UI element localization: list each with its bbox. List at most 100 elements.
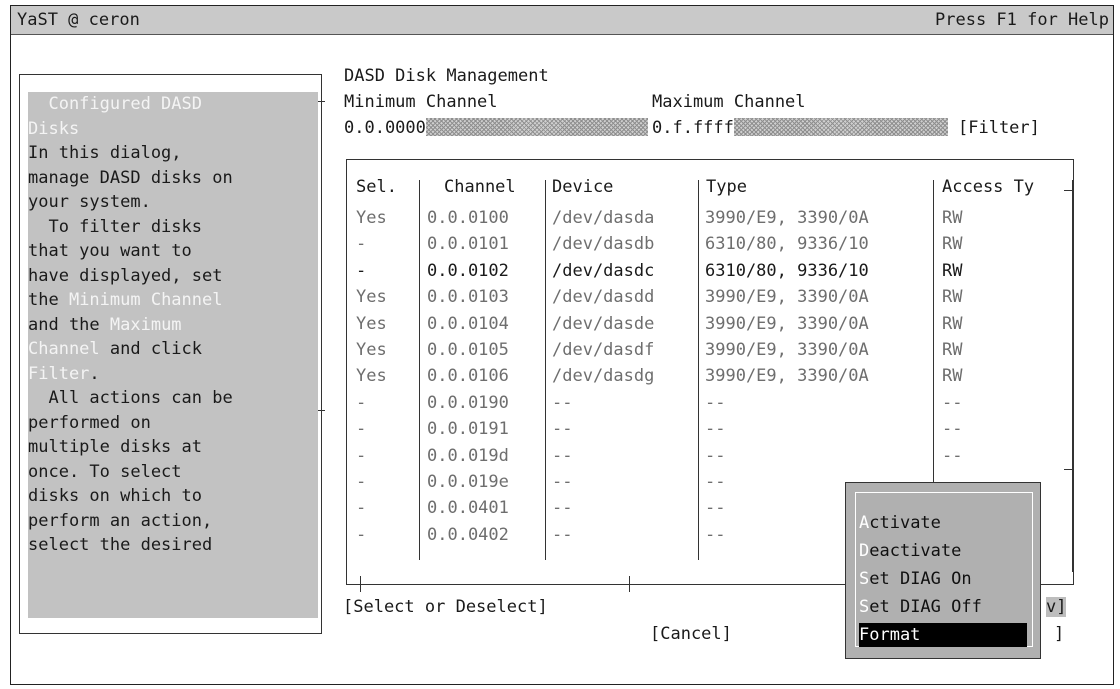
horizontal-scrollbar-end[interactable]	[629, 576, 630, 592]
help-text-line: select the desired	[28, 533, 318, 558]
help-text: have displayed, set	[28, 265, 223, 286]
help-text: .	[89, 363, 100, 384]
cell-device: --	[552, 445, 573, 466]
cell-channel: 0.0.019d	[427, 445, 509, 466]
help-text-line: your system.	[28, 190, 318, 215]
title-bar: YaST @ ceron Press F1 for Help	[11, 6, 1113, 35]
cell-sel: -	[356, 498, 367, 519]
cell-channel: 0.0.0103	[427, 287, 509, 308]
horizontal-scrollbar-start[interactable]	[360, 576, 361, 592]
horizontal-scrollbar[interactable]	[360, 584, 630, 585]
help-text-line: once. To select	[28, 460, 318, 485]
cell-access: RW	[942, 313, 963, 334]
scrollbar-thumb-bottom[interactable]	[1064, 469, 1074, 470]
help-text-line: the Minimum Channel	[28, 288, 318, 313]
cell-sel: -	[356, 419, 367, 440]
cell-type: --	[705, 524, 726, 545]
cell-channel: 0.0.0100	[427, 208, 509, 228]
max-channel-value: 0.f.ffff	[652, 118, 734, 138]
help-highlight-text: Filter	[28, 363, 90, 384]
cell-channel: 0.0.0191	[427, 419, 509, 440]
column-divider	[419, 180, 420, 560]
scrollbar-thumb-top[interactable]	[1064, 190, 1074, 191]
help-text: and the	[28, 314, 110, 335]
cell-channel: 0.0.0105	[427, 340, 509, 360]
cell-device: --	[552, 498, 573, 519]
menu-item-label: et DIAG On	[869, 569, 972, 589]
cell-channel: 0.0.019e	[427, 472, 509, 492]
cell-channel: 0.0.0101	[427, 234, 509, 255]
cell-device: /dev/dasdc	[552, 260, 655, 281]
help-text: once. To select	[28, 461, 182, 482]
cell-device: --	[552, 472, 573, 492]
menu-item-set-diag-off[interactable]: Set DIAG Off	[859, 595, 1027, 619]
help-text-line: that you want to	[28, 239, 318, 264]
cell-type: --	[705, 472, 726, 492]
help-text-line: Disks	[28, 117, 318, 142]
cancel-button[interactable]: [Cancel]	[650, 624, 732, 644]
max-channel-field[interactable]: 0.f.ffff	[652, 118, 948, 138]
menu-item-set-diag-on[interactable]: Set DIAG On	[859, 567, 1027, 591]
help-text-line: Filter.	[28, 362, 318, 387]
cell-channel: 0.0.0102	[427, 260, 509, 281]
help-text-line: In this dialog,	[28, 141, 318, 166]
partial-button-right-2[interactable]: ]	[1054, 624, 1064, 644]
cell-type: --	[705, 445, 726, 466]
cell-sel: Yes	[356, 313, 387, 334]
cell-type: 3990/E9, 3390/0A	[705, 287, 869, 308]
menu-hotkey-letter: S	[859, 569, 870, 589]
scrollbar-track[interactable]	[1072, 180, 1073, 572]
help-text-line: All actions can be	[28, 386, 318, 411]
cell-access: --	[942, 445, 963, 466]
cell-type: 3990/E9, 3390/0A	[705, 366, 869, 387]
column-header-channel[interactable]: Channel	[444, 177, 516, 197]
column-header-access[interactable]: Access Ty	[942, 177, 1034, 197]
help-panel[interactable]: Configured DASD Disks In this dialog, manag…	[28, 92, 318, 618]
cell-type: --	[705, 392, 726, 413]
partial-button-right[interactable]: v]	[1046, 597, 1067, 617]
cell-sel: Yes	[356, 208, 387, 228]
cell-access: RW	[942, 234, 963, 255]
help-text: multiple disks at	[28, 437, 202, 457]
help-text: manage DASD disks on	[28, 167, 233, 188]
cell-type: 3990/E9, 3390/0A	[705, 340, 869, 360]
cell-channel: 0.0.0401	[427, 498, 509, 519]
min-channel-label: Minimum Channel	[344, 92, 498, 112]
help-text-line: have displayed, set	[28, 264, 318, 289]
cell-type: --	[705, 498, 726, 519]
cell-sel: -	[356, 392, 367, 413]
menu-item-activate[interactable]: Activate	[859, 511, 1027, 535]
column-header-sel[interactable]: Sel.	[356, 177, 397, 197]
menu-hotkey-letter: D	[859, 541, 870, 561]
help-text: the	[28, 290, 69, 310]
help-text: To filter disks	[28, 216, 202, 237]
cell-sel: -	[356, 445, 367, 466]
help-hint: Press F1 for Help	[935, 10, 1109, 30]
cell-device: /dev/dasde	[552, 313, 655, 334]
select-or-deselect-button[interactable]: [Select or Deselect]	[343, 597, 548, 617]
cell-sel: -	[356, 260, 367, 281]
dialog-title: DASD Disk Management	[344, 66, 549, 86]
help-text: perform an action,	[28, 510, 213, 531]
menu-item-format[interactable]: Format	[859, 623, 1027, 647]
min-channel-field[interactable]: 0.0.0000	[344, 118, 648, 138]
help-highlight-text: Disks	[28, 118, 80, 139]
cell-type: 6310/80, 9336/10	[705, 260, 869, 281]
menu-item-label: ctivate	[869, 513, 941, 533]
help-highlight-text: Channel	[28, 339, 100, 359]
help-text: All actions can be	[28, 388, 233, 408]
help-text-line: disks on which to	[28, 484, 318, 509]
cell-access: RW	[942, 366, 963, 387]
column-header-device[interactable]: Device	[552, 177, 613, 197]
help-text-line: multiple disks at	[28, 435, 318, 460]
filter-button[interactable]: [Filter]	[958, 118, 1040, 138]
help-text: your system.	[28, 192, 151, 212]
menu-item-deactivate[interactable]: Deactivate	[859, 539, 1027, 563]
cell-channel: 0.0.0190	[427, 392, 509, 413]
cell-channel: 0.0.0106	[427, 366, 509, 387]
cell-device: --	[552, 392, 573, 413]
column-header-type[interactable]: Type	[706, 177, 747, 197]
menu-hotkey-letter: A	[859, 513, 870, 533]
cell-device: /dev/dasdg	[552, 366, 655, 387]
help-text: disks on which to	[28, 486, 202, 506]
